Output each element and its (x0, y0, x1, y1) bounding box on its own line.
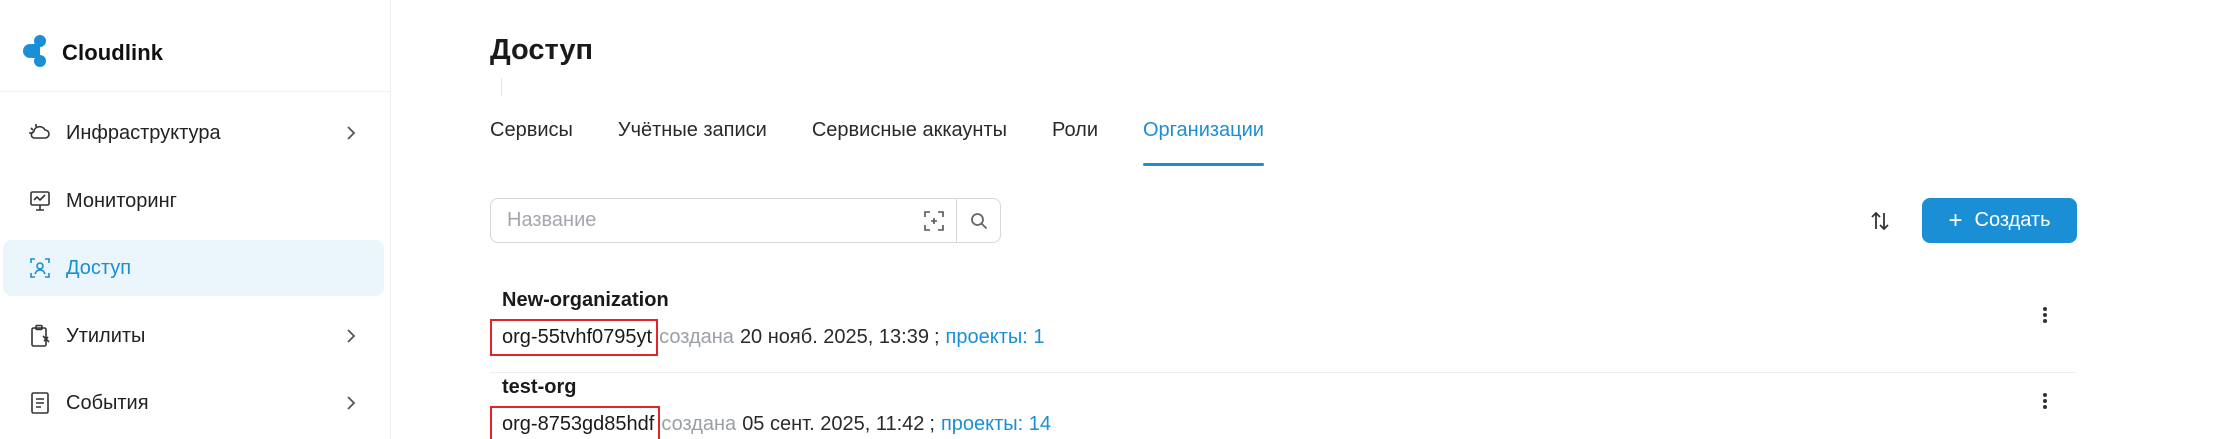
meta-separator: ; (933, 326, 940, 348)
search-box (490, 198, 1001, 243)
sidebar-item-label: Утилиты (66, 324, 146, 347)
scan-icon[interactable] (912, 199, 956, 242)
page-title: Доступ (490, 34, 594, 66)
sidebar-divider (0, 91, 391, 92)
sidebar-item-monitoring[interactable]: Мониторинг (3, 173, 384, 229)
tab-organizations[interactable]: Организации (1143, 110, 1264, 166)
logo-text: Cloudlink (62, 40, 164, 65)
events-list-icon (27, 390, 53, 416)
cloud-infrastructure-icon (27, 120, 53, 146)
meta-separator: ; (929, 413, 935, 435)
tab-accounts[interactable]: Учётные записи (618, 110, 767, 166)
organization-row: test-org org-8753gd85hdf создана 05 сент… (490, 376, 2076, 439)
clipboard-tools-icon (27, 323, 53, 349)
create-button-label: Создать (1974, 209, 2051, 231)
projects-link[interactable]: проекты: 1 (946, 326, 1045, 349)
sidebar: Cloudlink Инфраструктура Мониторинг Дост… (0, 0, 391, 439)
chevron-right-icon (342, 124, 360, 142)
sidebar-item-label: Инфраструктура (66, 121, 221, 144)
search-icon[interactable] (956, 199, 1000, 242)
chevron-right-icon (342, 327, 360, 345)
created-label: создана (659, 326, 734, 348)
sidebar-item-label: Мониторинг (66, 189, 177, 212)
tab-services[interactable]: Сервисы (490, 110, 573, 166)
title-divider (501, 78, 502, 96)
sidebar-item-label: Доступ (66, 256, 132, 279)
more-vertical-icon[interactable] (2029, 385, 2061, 417)
sidebar-item-infrastructure[interactable]: Инфраструктура (3, 105, 384, 161)
organization-id: org-8753gd85hdf (490, 406, 661, 439)
sidebar-item-events[interactable]: События (3, 375, 384, 431)
tab-service-accounts[interactable]: Сервисные аккаунты (812, 110, 1007, 166)
projects-link[interactable]: проекты: 14 (941, 413, 1051, 436)
tab-bar: Сервисы Учётные записи Сервисные аккаунт… (490, 110, 1309, 166)
more-vertical-icon[interactable] (2029, 299, 2061, 331)
sort-icon[interactable] (1864, 205, 1896, 237)
sidebar-item-label: События (66, 391, 149, 414)
organization-meta: org-8753gd85hdf создана 05 сент. 2025, 1… (490, 406, 1051, 439)
organization-name[interactable]: test-org (502, 376, 576, 399)
organization-row: New-organization org-55tvhf0795yt создан… (490, 289, 2076, 373)
create-button[interactable]: + Создать (1922, 198, 2077, 243)
access-icon (27, 255, 53, 281)
organization-name[interactable]: New-organization (502, 289, 669, 312)
search-input[interactable] (491, 199, 912, 242)
created-date: 05 сент. 2025, 11:42 (742, 413, 925, 435)
created-label: создана (661, 413, 737, 435)
chevron-right-icon (342, 394, 360, 412)
plus-icon: + (1948, 206, 1963, 234)
sidebar-item-access[interactable]: Доступ (3, 240, 384, 296)
created-date: 20 нояб. 2025, 13:39 (739, 326, 929, 348)
organization-id: org-55tvhf0795yt (490, 319, 659, 356)
monitor-icon (27, 188, 53, 214)
tab-roles[interactable]: Роли (1052, 110, 1098, 166)
sidebar-item-utilities[interactable]: Утилиты (3, 308, 384, 364)
cloudlink-logo-icon (22, 34, 52, 73)
organization-meta: org-55tvhf0795yt создана 20 нояб. 2025, … (490, 319, 1044, 356)
logo[interactable]: Cloudlink (22, 34, 164, 73)
